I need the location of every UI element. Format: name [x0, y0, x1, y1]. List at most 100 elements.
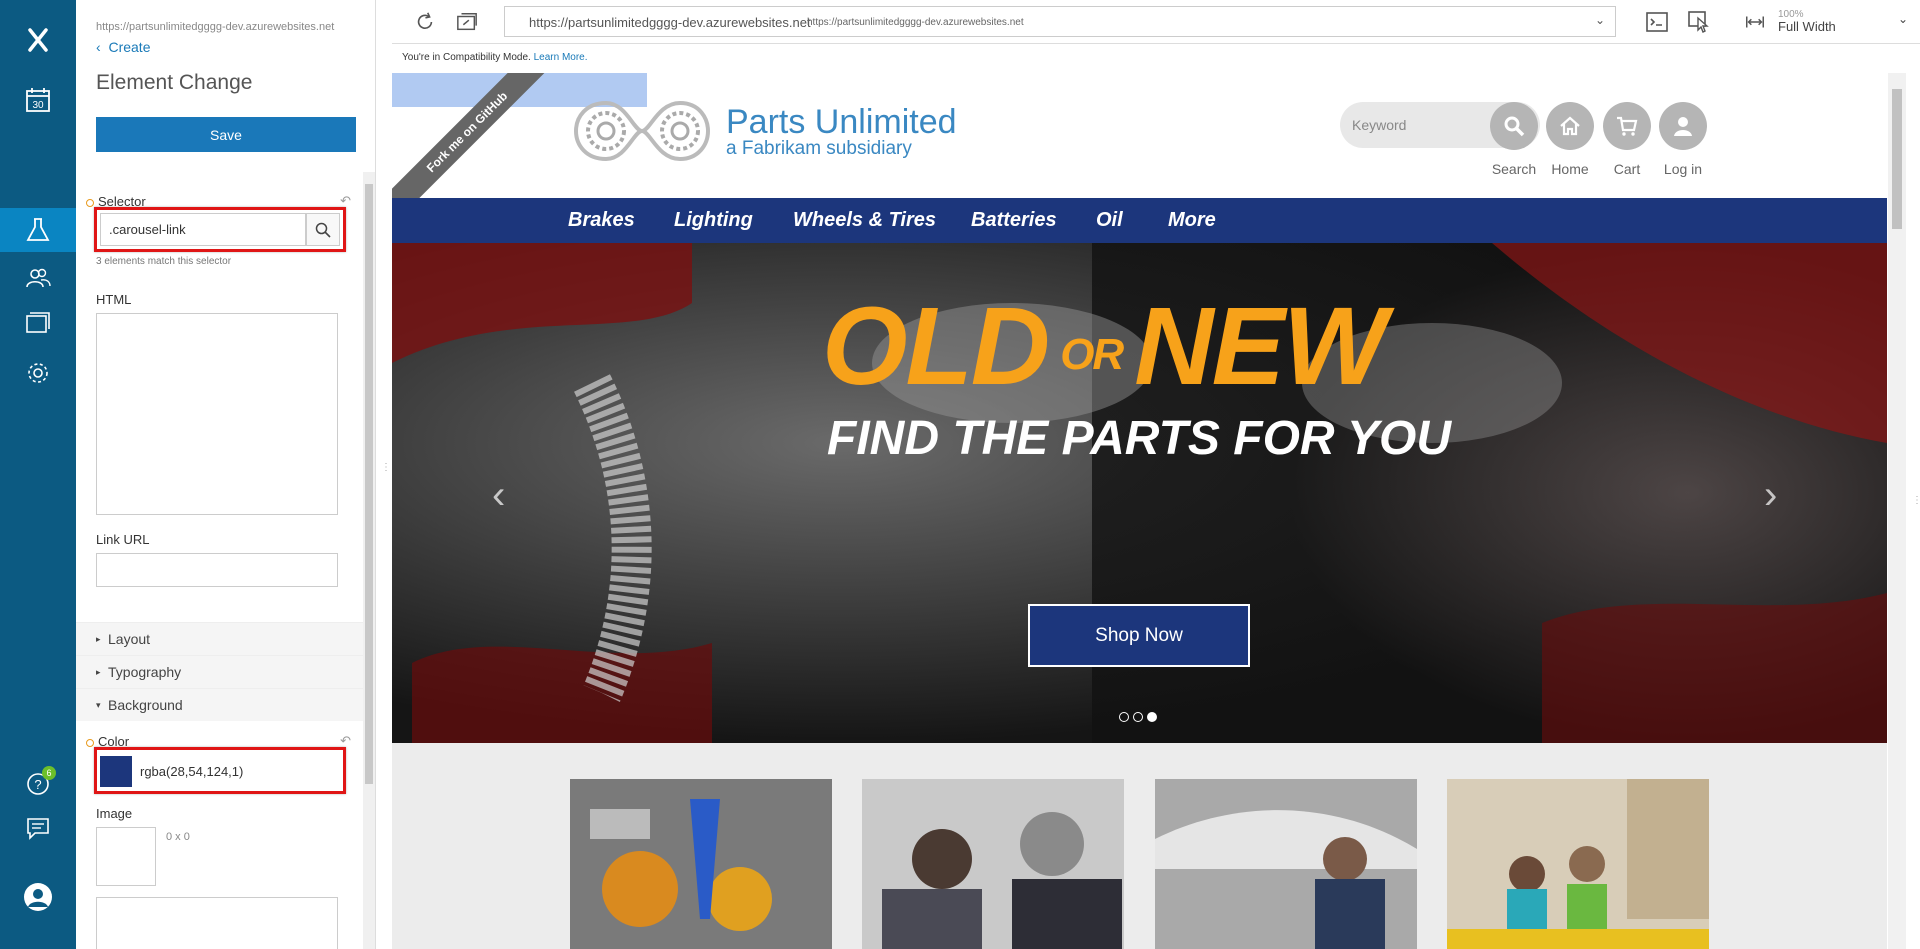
caret-right-icon: ▸ — [96, 667, 101, 677]
search-label: Search — [1491, 161, 1537, 177]
logo-subtitle: a Fabrikam subsidiary — [726, 138, 912, 159]
caret-right-icon: ▸ — [96, 634, 101, 644]
calendar-day: 30 — [32, 100, 44, 111]
hero-subheadline: FIND THE PARTS FOR YOU — [827, 412, 1452, 465]
audiences-icon[interactable] — [0, 256, 76, 300]
cart-icon — [1617, 116, 1638, 136]
link-url-input[interactable] — [96, 553, 338, 587]
carousel-prev-icon[interactable]: ‹ — [492, 473, 505, 518]
home-label: Home — [1551, 161, 1589, 177]
experiments-icon[interactable] — [0, 208, 76, 252]
search-icon — [315, 222, 331, 238]
carousel-dot-active[interactable] — [1147, 712, 1157, 722]
app-logo-icon[interactable] — [0, 18, 76, 62]
hero-carousel[interactable]: ‹ › OLD OR NEW FIND THE PARTS FOR YOU Shop… — [392, 243, 1887, 743]
section-typography[interactable]: ▸ Typography — [76, 655, 366, 688]
selector-input[interactable]: .carousel-link — [100, 213, 306, 246]
chevron-down-icon[interactable]: ⌄ — [1595, 13, 1605, 27]
home-icon — [1560, 116, 1580, 136]
selector-search-button[interactable] — [306, 213, 340, 246]
chevron-down-icon[interactable]: ⌄ — [1898, 12, 1908, 26]
nav-rail: 30 ? 6 — [0, 0, 76, 949]
nav-batteries[interactable]: Batteries — [971, 209, 1057, 232]
panel-url: https://partsunlimitedgggg-dev.azurewebs… — [96, 21, 335, 33]
parts-logo-icon[interactable] — [570, 95, 715, 172]
category-card-parts[interactable] — [570, 779, 832, 949]
image-label: Image — [96, 806, 133, 821]
back-link-label: Create — [108, 39, 151, 55]
x-logo-icon — [28, 28, 48, 52]
site-search-button[interactable] — [1490, 102, 1538, 150]
category-card-mechanic[interactable] — [1155, 779, 1417, 949]
nav-wheels-tires[interactable]: Wheels & Tires — [793, 209, 936, 232]
url-bar[interactable]: https://partsunlimitedgggg-dev.azurewebs… — [504, 6, 1616, 37]
section-background[interactable]: ▾ Background — [76, 688, 366, 721]
carousel-indicators — [1119, 709, 1161, 727]
chevron-left-icon: ‹ — [96, 39, 101, 55]
caret-down-icon: ▾ — [96, 700, 101, 710]
image-url-textarea[interactable] — [96, 897, 338, 949]
user-icon — [1674, 117, 1692, 136]
learn-more-link[interactable]: Learn More. — [534, 52, 588, 63]
link-url-label: Link URL — [96, 532, 150, 547]
compat-notice: You're in Compatibility Mode. Learn More… — [392, 44, 1920, 73]
nav-oil[interactable]: Oil — [1096, 209, 1123, 232]
html-textarea[interactable] — [96, 313, 338, 515]
svg-text:?: ? — [34, 777, 41, 792]
site-preview: Fork me on GitHub Parts Unlimited a Fabr… — [392, 73, 1887, 949]
help-badge: 6 — [42, 766, 56, 780]
site-scrollbar-thumb[interactable] — [1892, 89, 1902, 229]
carousel-dot[interactable] — [1119, 712, 1129, 722]
login-label: Log in — [1663, 161, 1703, 177]
back-create-link[interactable]: ‹ Create — [96, 39, 150, 55]
carousel-dot[interactable] — [1133, 712, 1143, 722]
panel-resize-handle[interactable]: ⋮ — [381, 463, 391, 485]
url-secondary: https://partsunlimitedgggg-dev.azurewebs… — [807, 17, 1024, 28]
category-card-dealer[interactable] — [862, 779, 1124, 949]
site-login-button[interactable] — [1659, 102, 1707, 150]
site-scrollbar[interactable] — [1888, 73, 1906, 949]
pages-icon[interactable] — [0, 302, 76, 346]
color-input[interactable]: rgba(28,54,124,1) — [136, 756, 336, 787]
section-layout[interactable]: ▸ Layout — [76, 622, 366, 655]
width-mode[interactable]: Full Width — [1778, 19, 1836, 34]
interact-mode-icon[interactable] — [1686, 9, 1712, 35]
category-card-friends[interactable] — [1447, 779, 1709, 949]
site-cart-button[interactable] — [1603, 102, 1651, 150]
nav-more[interactable]: More — [1168, 209, 1216, 232]
compat-text: You're in Compatibility Mode. — [402, 52, 531, 63]
shop-now-button[interactable]: Shop Now — [1028, 604, 1250, 667]
settings-gear-icon[interactable] — [0, 351, 76, 395]
browser-toolbar: https://partsunlimitedgggg-dev.azurewebs… — [392, 0, 1920, 44]
selector-match-count: 3 elements match this selector — [96, 256, 232, 267]
user-avatar-icon[interactable] — [0, 875, 76, 919]
carousel-next-icon[interactable]: › — [1764, 473, 1777, 518]
save-button[interactable]: Save — [96, 117, 356, 152]
site-home-button[interactable] — [1546, 102, 1594, 150]
width-icon[interactable] — [1742, 9, 1768, 35]
modified-dot-icon — [86, 198, 94, 207]
hero-headline: OLD OR NEW — [822, 285, 1387, 408]
color-swatch[interactable] — [100, 756, 132, 787]
cart-label: Cart — [1613, 161, 1641, 177]
modified-dot-icon — [86, 738, 94, 747]
feedback-icon[interactable] — [0, 806, 76, 850]
image-size: 0 x 0 — [166, 831, 190, 843]
html-label: HTML — [96, 292, 132, 307]
panel-title: Element Change — [96, 71, 253, 94]
nav-lighting[interactable]: Lighting — [674, 209, 753, 232]
panel-scrollbar[interactable] — [363, 172, 375, 949]
image-preview[interactable] — [96, 827, 156, 886]
search-icon — [1504, 116, 1525, 137]
right-resize-handle[interactable]: ⋮ — [1912, 496, 1920, 506]
category-cards — [392, 743, 1887, 949]
help-icon[interactable]: ? 6 — [0, 762, 76, 806]
panel-scrollbar-thumb[interactable] — [365, 184, 373, 784]
site-navbar: Brakes Lighting Wheels & Tires Batteries… — [392, 198, 1887, 243]
nav-brakes[interactable]: Brakes — [568, 209, 635, 232]
calendar-icon[interactable]: 30 — [0, 78, 76, 122]
open-page-icon[interactable] — [454, 9, 480, 35]
console-icon[interactable] — [1644, 9, 1670, 35]
refresh-icon[interactable] — [412, 9, 438, 35]
url-main: https://partsunlimitedgggg-dev.azurewebs… — [529, 15, 811, 30]
